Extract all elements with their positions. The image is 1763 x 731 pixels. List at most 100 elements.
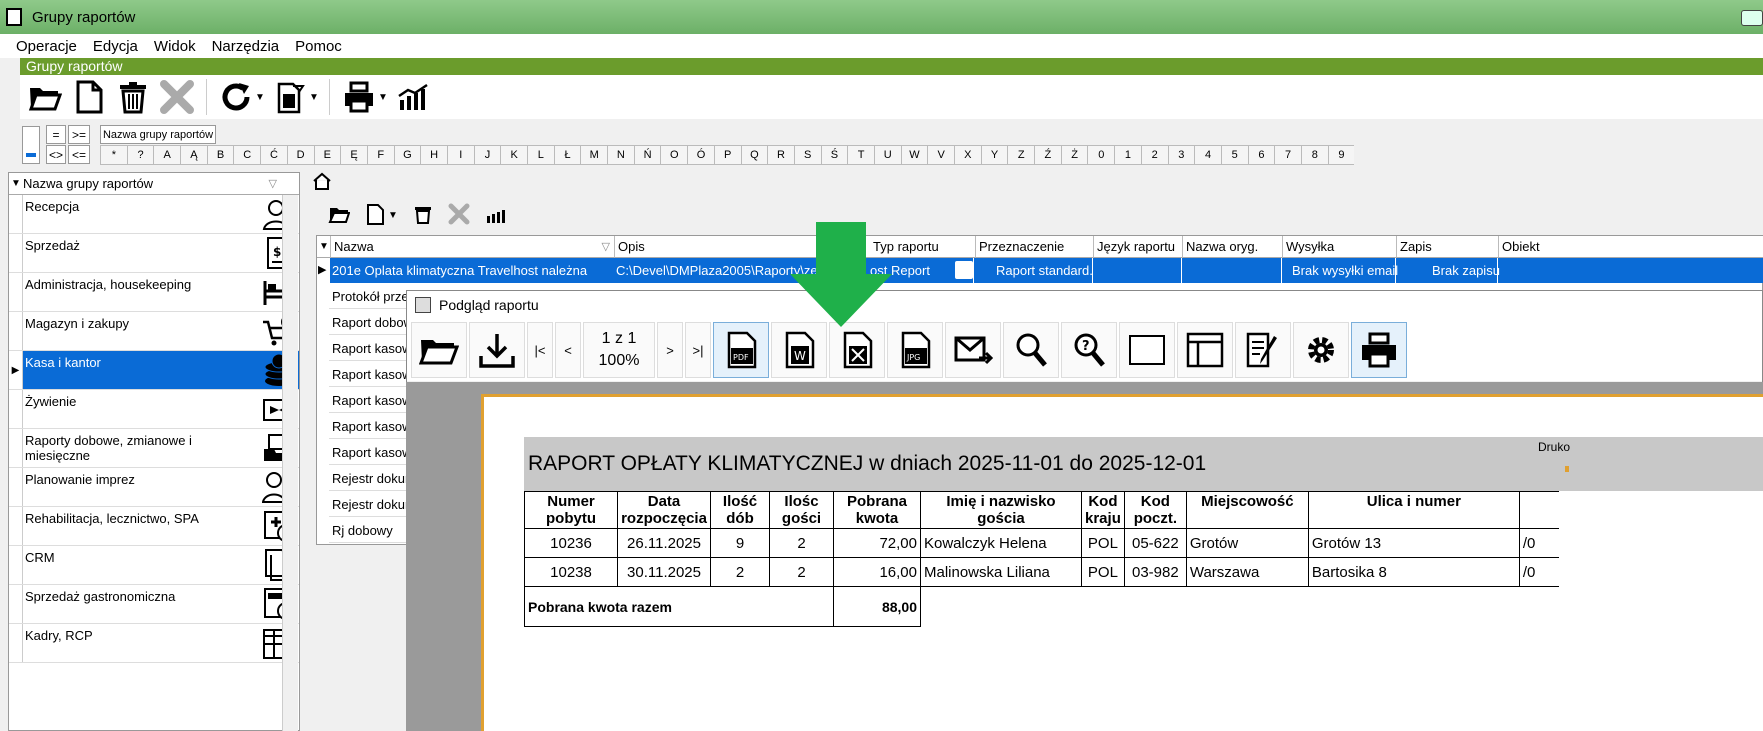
- next-page-button[interactable]: >: [657, 322, 683, 378]
- letter-filter-10[interactable]: F: [366, 145, 394, 165]
- letter-filter-1[interactable]: ?: [126, 145, 154, 165]
- letter-filter-9[interactable]: Ę: [340, 145, 367, 165]
- op-notequal[interactable]: <>: [46, 145, 66, 164]
- table-row-selected[interactable]: 201e Oplata klimatyczna Travelhost należ…: [330, 258, 1763, 283]
- letter-filter-21[interactable]: O: [660, 145, 688, 165]
- column-header-zapis[interactable]: Zapis: [1397, 236, 1499, 258]
- home-icon[interactable]: [312, 172, 342, 192]
- letter-filter-16[interactable]: L: [527, 145, 554, 165]
- list-item[interactable]: Kadry, RCP: [9, 624, 299, 663]
- export-icon[interactable]: [271, 78, 309, 116]
- letter-filter-38[interactable]: 1: [1114, 145, 1141, 165]
- list-item[interactable]: CRM: [9, 546, 299, 585]
- page-layout-icon[interactable]: [1177, 322, 1233, 378]
- letter-filter-41[interactable]: 4: [1194, 145, 1221, 165]
- op-lte[interactable]: <=: [68, 145, 90, 164]
- column-header-wysylka[interactable]: Wysyłka: [1283, 236, 1397, 258]
- letter-filter-30[interactable]: W: [900, 145, 928, 165]
- chevron-down-icon[interactable]: ▼: [388, 210, 398, 221]
- chart-icon[interactable]: [394, 78, 432, 116]
- menu-narzedzia[interactable]: Narzędzia: [212, 38, 280, 55]
- filter-column-tab[interactable]: Nazwa grupy raportów: [100, 125, 216, 144]
- list-item[interactable]: Sprzedaż gastronomiczna: [9, 585, 299, 624]
- letter-filter-19[interactable]: N: [607, 145, 634, 165]
- menu-operacje[interactable]: Operacje: [16, 38, 77, 55]
- letter-filter-42[interactable]: 5: [1220, 145, 1248, 165]
- filter-slider[interactable]: [22, 126, 40, 164]
- export-word-icon[interactable]: W: [771, 322, 827, 378]
- menu-edycja[interactable]: Edycja: [93, 38, 138, 55]
- list-item[interactable]: Sprzedaż $: [9, 234, 299, 273]
- letter-filter-24[interactable]: Q: [740, 145, 768, 165]
- export-excel-icon[interactable]: [829, 322, 885, 378]
- letter-filter-46[interactable]: 9: [1327, 145, 1355, 165]
- letter-filter-4[interactable]: B: [206, 145, 234, 165]
- letter-filter-3[interactable]: Ą: [180, 145, 207, 165]
- filter-icon[interactable]: ▽: [602, 240, 610, 253]
- menu-widok[interactable]: Widok: [154, 38, 196, 55]
- export-pdf-icon[interactable]: PDF: [713, 322, 769, 378]
- scrollbar[interactable]: [282, 195, 298, 731]
- letter-filter-45[interactable]: 8: [1300, 145, 1328, 165]
- download-icon[interactable]: [469, 322, 525, 378]
- page-frame-icon[interactable]: [1119, 322, 1175, 378]
- list-item[interactable]: Magazyn i zakupy: [9, 312, 299, 351]
- open-folder-icon[interactable]: [411, 322, 467, 378]
- letter-filter-0[interactable]: *: [100, 145, 127, 165]
- chevron-down-icon[interactable]: ▼: [309, 92, 319, 103]
- list-item[interactable]: Rehabilitacja, lecznictwo, SPA: [9, 507, 299, 546]
- list-item[interactable]: Raporty dobowe, zmianowe i miesięczne: [9, 429, 299, 468]
- letter-filter-13[interactable]: I: [446, 145, 474, 165]
- new-document-icon[interactable]: [70, 78, 108, 116]
- letter-filter-29[interactable]: U: [873, 145, 901, 165]
- letter-filter-20[interactable]: Ń: [633, 145, 661, 165]
- search-icon[interactable]: [1003, 322, 1059, 378]
- column-header-jezyk[interactable]: Język raportu: [1094, 236, 1183, 258]
- print-icon[interactable]: [340, 78, 378, 116]
- trash-icon[interactable]: [412, 203, 434, 228]
- column-header-obiekt[interactable]: Obiekt: [1499, 236, 1763, 258]
- letter-filter-18[interactable]: M: [580, 145, 608, 165]
- letter-filter-23[interactable]: P: [713, 145, 741, 165]
- list-item[interactable]: Administracja, housekeeping: [9, 273, 299, 312]
- letter-filter-32[interactable]: X: [954, 145, 981, 165]
- export-jpg-icon[interactable]: JPG: [887, 322, 943, 378]
- list-item[interactable]: Żywienie: [9, 390, 299, 429]
- letter-filter-31[interactable]: V: [927, 145, 954, 165]
- minimize-button[interactable]: [1741, 10, 1763, 26]
- first-page-button[interactable]: |<: [527, 322, 553, 378]
- send-email-icon[interactable]: [945, 322, 1001, 378]
- prev-page-button[interactable]: <: [555, 322, 581, 378]
- letter-filter-17[interactable]: Ł: [553, 145, 581, 165]
- letter-filter-43[interactable]: 6: [1247, 145, 1275, 165]
- list-item[interactable]: Recepcja: [9, 195, 299, 234]
- open-folder-icon[interactable]: [328, 203, 351, 228]
- list-item-selected[interactable]: ▶ Kasa i kantor: [9, 351, 299, 390]
- letter-filter-2[interactable]: A: [153, 145, 181, 165]
- refresh-icon[interactable]: [217, 78, 255, 116]
- open-folder-icon[interactable]: [26, 78, 64, 116]
- list-header[interactable]: ▼ Nazwa grupy raportów ▽: [9, 173, 299, 195]
- last-page-button[interactable]: >|: [685, 322, 711, 378]
- letter-filter-28[interactable]: T: [847, 145, 874, 165]
- cancel-icon[interactable]: [158, 78, 196, 116]
- op-equal[interactable]: =: [46, 125, 66, 144]
- new-document-icon[interactable]: [364, 203, 386, 228]
- letter-filter-27[interactable]: Ś: [820, 145, 848, 165]
- search-help-icon[interactable]: ?: [1061, 322, 1117, 378]
- trash-icon[interactable]: [114, 78, 152, 116]
- letter-filter-36[interactable]: Ż: [1060, 145, 1088, 165]
- list-item[interactable]: Planowanie imprez: [9, 468, 299, 507]
- letter-filter-5[interactable]: C: [233, 145, 261, 165]
- letter-filter-8[interactable]: E: [313, 145, 341, 165]
- print-icon[interactable]: [1351, 322, 1407, 378]
- letter-filter-34[interactable]: Z: [1007, 145, 1035, 165]
- op-gte[interactable]: >=: [68, 125, 90, 144]
- chevron-down-icon[interactable]: ▼: [378, 92, 388, 103]
- menu-pomoc[interactable]: Pomoc: [295, 38, 342, 55]
- letter-filter-6[interactable]: Ć: [260, 145, 287, 165]
- letter-filter-39[interactable]: 2: [1140, 145, 1168, 165]
- column-header-przeznaczenie[interactable]: Przeznaczenie: [976, 236, 1094, 258]
- letter-filter-26[interactable]: S: [793, 145, 821, 165]
- letter-filter-37[interactable]: 0: [1087, 145, 1115, 165]
